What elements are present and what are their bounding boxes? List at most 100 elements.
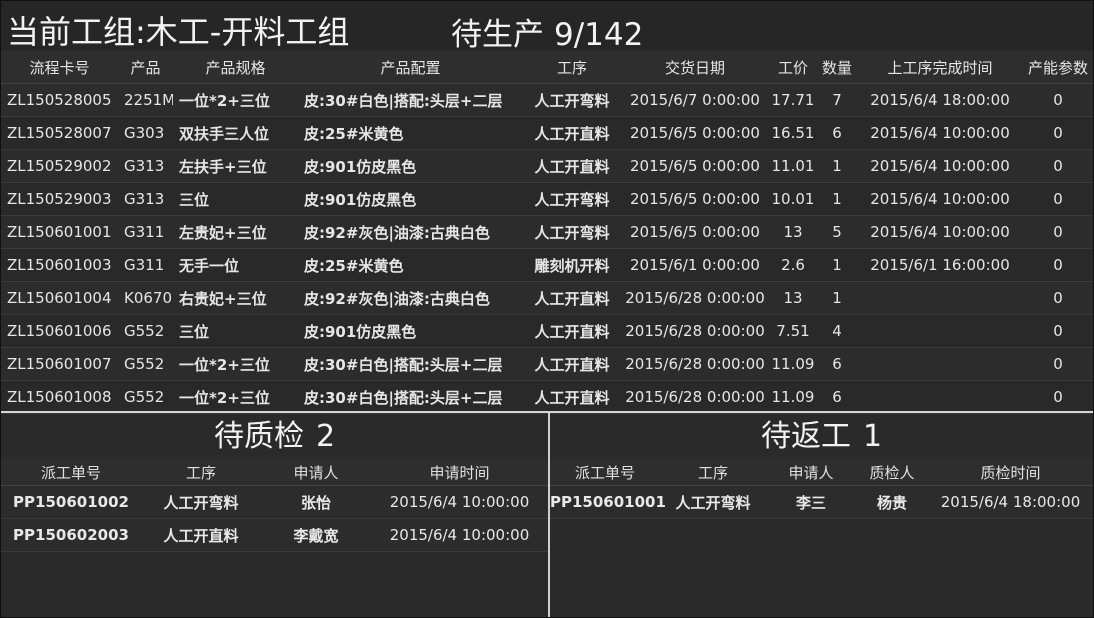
process-cell: 人工开弯料 bbox=[660, 485, 766, 519]
rework-col-process[interactable]: 工序 bbox=[660, 459, 766, 486]
price-cell: 13 bbox=[769, 215, 817, 249]
rework-pending-panel: 待返工 1 派工单号 工序 申请人 质检人 质检时间 PP150601001 人工开… bbox=[550, 413, 1093, 617]
rework-col-inspector[interactable]: 质检人 bbox=[856, 459, 928, 486]
quantity-cell: 1 bbox=[817, 281, 857, 315]
qc-row[interactable]: PP150601002 人工开弯料 张怡 2015/6/4 10:00:00 bbox=[1, 485, 548, 519]
production-row[interactable]: ZL150601004 K0670 右贵妃+三位 皮:92#灰色|油漆:古典白色 人工开… bbox=[1, 281, 1093, 315]
delivery-date-cell: 2015/6/28 0:00:00 bbox=[621, 281, 769, 315]
production-row[interactable]: ZL150529002 G313 左扶手+三位 皮:901仿皮黑色 人工开直料 2015/… bbox=[1, 149, 1093, 183]
product-cell: 2251M bbox=[118, 83, 173, 117]
production-row[interactable]: ZL150601008 G552 一位*2+三位 皮:30#白色|搭配:头层+二层 人工… bbox=[1, 380, 1093, 414]
price-cell: 17.71 bbox=[769, 83, 817, 117]
capacity-cell: 0 bbox=[1023, 314, 1093, 348]
spec-cell: 双扶手三人位 bbox=[173, 116, 298, 150]
delivery-date-cell: 2015/6/7 0:00:00 bbox=[621, 83, 769, 117]
process-cell: 人工开弯料 bbox=[523, 182, 621, 216]
spec-cell: 左贵妃+三位 bbox=[173, 215, 298, 249]
capacity-cell: 0 bbox=[1023, 380, 1093, 414]
delivery-date-cell: 2015/6/28 0:00:00 bbox=[621, 347, 769, 381]
work-group-title: 当前工组:木工-开料工组 bbox=[7, 13, 350, 51]
qc-pending-panel: 待质检 2 派工单号 工序 申请人 申请时间 PP150601002 人工开弯料 张怡… bbox=[1, 413, 548, 617]
applicant-cell: 张怡 bbox=[261, 485, 371, 519]
applicant-cell: 李三 bbox=[766, 485, 856, 519]
pending-production-count: 9/142 bbox=[554, 17, 644, 53]
qc-col-process[interactable]: 工序 bbox=[141, 459, 261, 486]
production-row[interactable]: ZL150601001 G311 左贵妃+三位 皮:92#灰色|油漆:古典白色 人工开弯… bbox=[1, 215, 1093, 249]
quantity-cell: 7 bbox=[817, 83, 857, 117]
production-row[interactable]: ZL150529003 G313 三位 皮:901仿皮黑色 人工开弯料 2015/6/5 … bbox=[1, 182, 1093, 216]
delivery-date-cell: 2015/6/28 0:00:00 bbox=[621, 314, 769, 348]
spec-cell: 一位*2+三位 bbox=[173, 380, 298, 414]
col-header-delivery-date[interactable]: 交货日期 bbox=[621, 51, 769, 84]
qc-pending-title: 待质检 2 bbox=[1, 413, 548, 459]
capacity-cell: 0 bbox=[1023, 116, 1093, 150]
rework-pending-table: 派工单号 工序 申请人 质检人 质检时间 PP150601001 人工开弯料 李三杨… bbox=[550, 459, 1093, 519]
qc-table-header: 派工单号 工序 申请人 申请时间 bbox=[1, 459, 548, 486]
production-row[interactable]: ZL150528007 G303 双扶手三人位 皮:25#米黄色 人工开直料 2015/6… bbox=[1, 116, 1093, 150]
product-cell: G552 bbox=[118, 314, 173, 348]
card-no-cell: ZL150528005 bbox=[1, 83, 118, 117]
col-header-card-no[interactable]: 流程卡号 bbox=[1, 51, 118, 84]
product-cell: G552 bbox=[118, 347, 173, 381]
inspect-time-cell: 2015/6/4 18:00:00 bbox=[928, 485, 1093, 519]
delivery-date-cell: 2015/6/5 0:00:00 bbox=[621, 149, 769, 183]
product-cell: G303 bbox=[118, 116, 173, 150]
qc-row[interactable]: PP150602003 人工开直料 李戴宽 2015/6/4 10:00:00 bbox=[1, 518, 548, 552]
prev-finish-cell bbox=[857, 314, 1023, 348]
config-cell: 皮:901仿皮黑色 bbox=[298, 149, 523, 183]
config-cell: 皮:30#白色|搭配:头层+二层 bbox=[298, 347, 523, 381]
process-cell: 人工开直料 bbox=[523, 281, 621, 315]
col-header-prev-finish[interactable]: 上工序完成时间 bbox=[857, 51, 1023, 84]
prev-finish-cell: 2015/6/4 10:00:00 bbox=[857, 182, 1023, 216]
price-cell: 11.09 bbox=[769, 380, 817, 414]
qc-pending-label: 待质检 bbox=[213, 419, 304, 454]
process-cell: 人工开直料 bbox=[523, 380, 621, 414]
col-header-config[interactable]: 产品配置 bbox=[298, 51, 523, 84]
col-header-product[interactable]: 产品 bbox=[118, 51, 173, 84]
rework-table-body: PP150601001 人工开弯料 李三 杨贵 2015/6/4 18:00:00 bbox=[550, 485, 1093, 519]
qc-col-dispatch-no[interactable]: 派工单号 bbox=[1, 459, 141, 486]
col-header-process[interactable]: 工序 bbox=[523, 51, 621, 84]
spec-cell: 一位*2+三位 bbox=[173, 83, 298, 117]
rework-table-header: 派工单号 工序 申请人 质检人 质检时间 bbox=[550, 459, 1093, 486]
production-row[interactable]: ZL150601007 G552 一位*2+三位 皮:30#白色|搭配:头层+二层 人工… bbox=[1, 347, 1093, 381]
rework-col-dispatch-no[interactable]: 派工单号 bbox=[550, 459, 660, 486]
card-no-cell: ZL150529003 bbox=[1, 182, 118, 216]
process-cell: 人工开直料 bbox=[141, 518, 261, 552]
quantity-cell: 1 bbox=[817, 182, 857, 216]
production-row[interactable]: ZL150528005 2251M 一位*2+三位 皮:30#白色|搭配:头层+二层人… bbox=[1, 83, 1093, 117]
price-cell: 7.51 bbox=[769, 314, 817, 348]
process-cell: 人工开弯料 bbox=[141, 485, 261, 519]
col-header-quantity[interactable]: 数量 bbox=[817, 51, 857, 84]
price-cell: 10.01 bbox=[769, 182, 817, 216]
qc-pending-count: 2 bbox=[315, 419, 336, 454]
production-row[interactable]: ZL150601006 G552 三位 皮:901仿皮黑色 人工开直料 2015/6/28… bbox=[1, 314, 1093, 348]
production-row[interactable]: ZL150601003 G311 无手一位 皮:25#米黄色 雕刻机开料 2015/6/1… bbox=[1, 248, 1093, 282]
process-cell: 人工开弯料 bbox=[523, 83, 621, 117]
rework-col-applicant[interactable]: 申请人 bbox=[766, 459, 856, 486]
applicant-cell: 李戴宽 bbox=[261, 518, 371, 552]
product-cell: G313 bbox=[118, 149, 173, 183]
pending-production-summary: 待生产 9/142 bbox=[451, 9, 653, 54]
spec-cell: 三位 bbox=[173, 314, 298, 348]
quantity-cell: 6 bbox=[817, 347, 857, 381]
rework-row[interactable]: PP150601001 人工开弯料 李三 杨贵 2015/6/4 18:00:00 bbox=[550, 485, 1093, 519]
qc-col-applicant[interactable]: 申请人 bbox=[261, 459, 371, 486]
qc-col-apply-time[interactable]: 申请时间 bbox=[371, 459, 548, 486]
config-cell: 皮:25#米黄色 bbox=[298, 248, 523, 282]
card-no-cell: ZL150528007 bbox=[1, 116, 118, 150]
delivery-date-cell: 2015/6/1 0:00:00 bbox=[621, 248, 769, 282]
col-header-capacity[interactable]: 产能参数 bbox=[1023, 51, 1093, 84]
price-cell: 16.51 bbox=[769, 116, 817, 150]
config-cell: 皮:901仿皮黑色 bbox=[298, 314, 523, 348]
quantity-cell: 6 bbox=[817, 116, 857, 150]
prev-finish-cell bbox=[857, 281, 1023, 315]
prev-finish-cell: 2015/6/4 18:00:00 bbox=[857, 83, 1023, 117]
col-header-spec[interactable]: 产品规格 bbox=[173, 51, 298, 84]
col-header-price[interactable]: 工价 bbox=[769, 51, 817, 84]
apply-time-cell: 2015/6/4 10:00:00 bbox=[371, 485, 548, 519]
rework-col-inspect-time[interactable]: 质检时间 bbox=[928, 459, 1093, 486]
config-cell: 皮:25#米黄色 bbox=[298, 116, 523, 150]
quantity-cell: 5 bbox=[817, 215, 857, 249]
capacity-cell: 0 bbox=[1023, 248, 1093, 282]
